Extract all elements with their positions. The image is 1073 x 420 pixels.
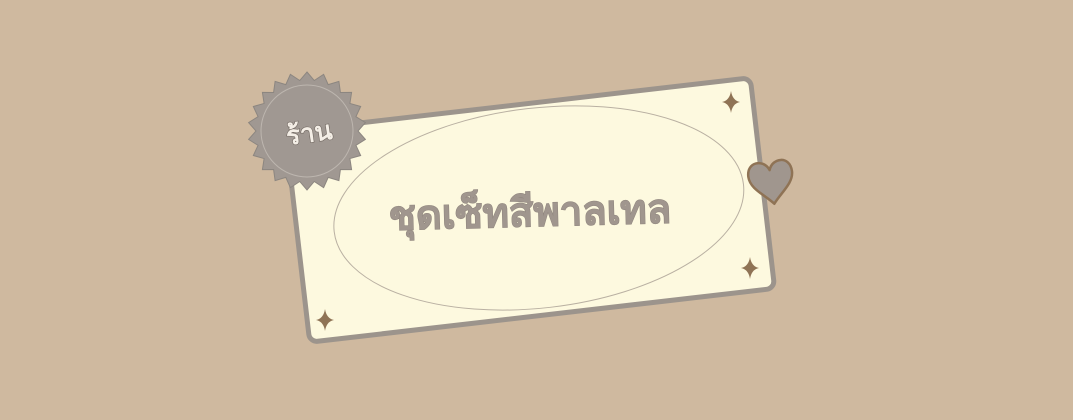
badge-label: ร้าน (284, 116, 334, 152)
card-title: ชุดเซ็ทสีพาลเทล (388, 183, 672, 241)
banner: ชุดเซ็ทสีพาลเทล ร้าน (0, 0, 1073, 420)
banner-artwork: ชุดเซ็ทสีพาลเทล ร้าน (247, 71, 794, 344)
